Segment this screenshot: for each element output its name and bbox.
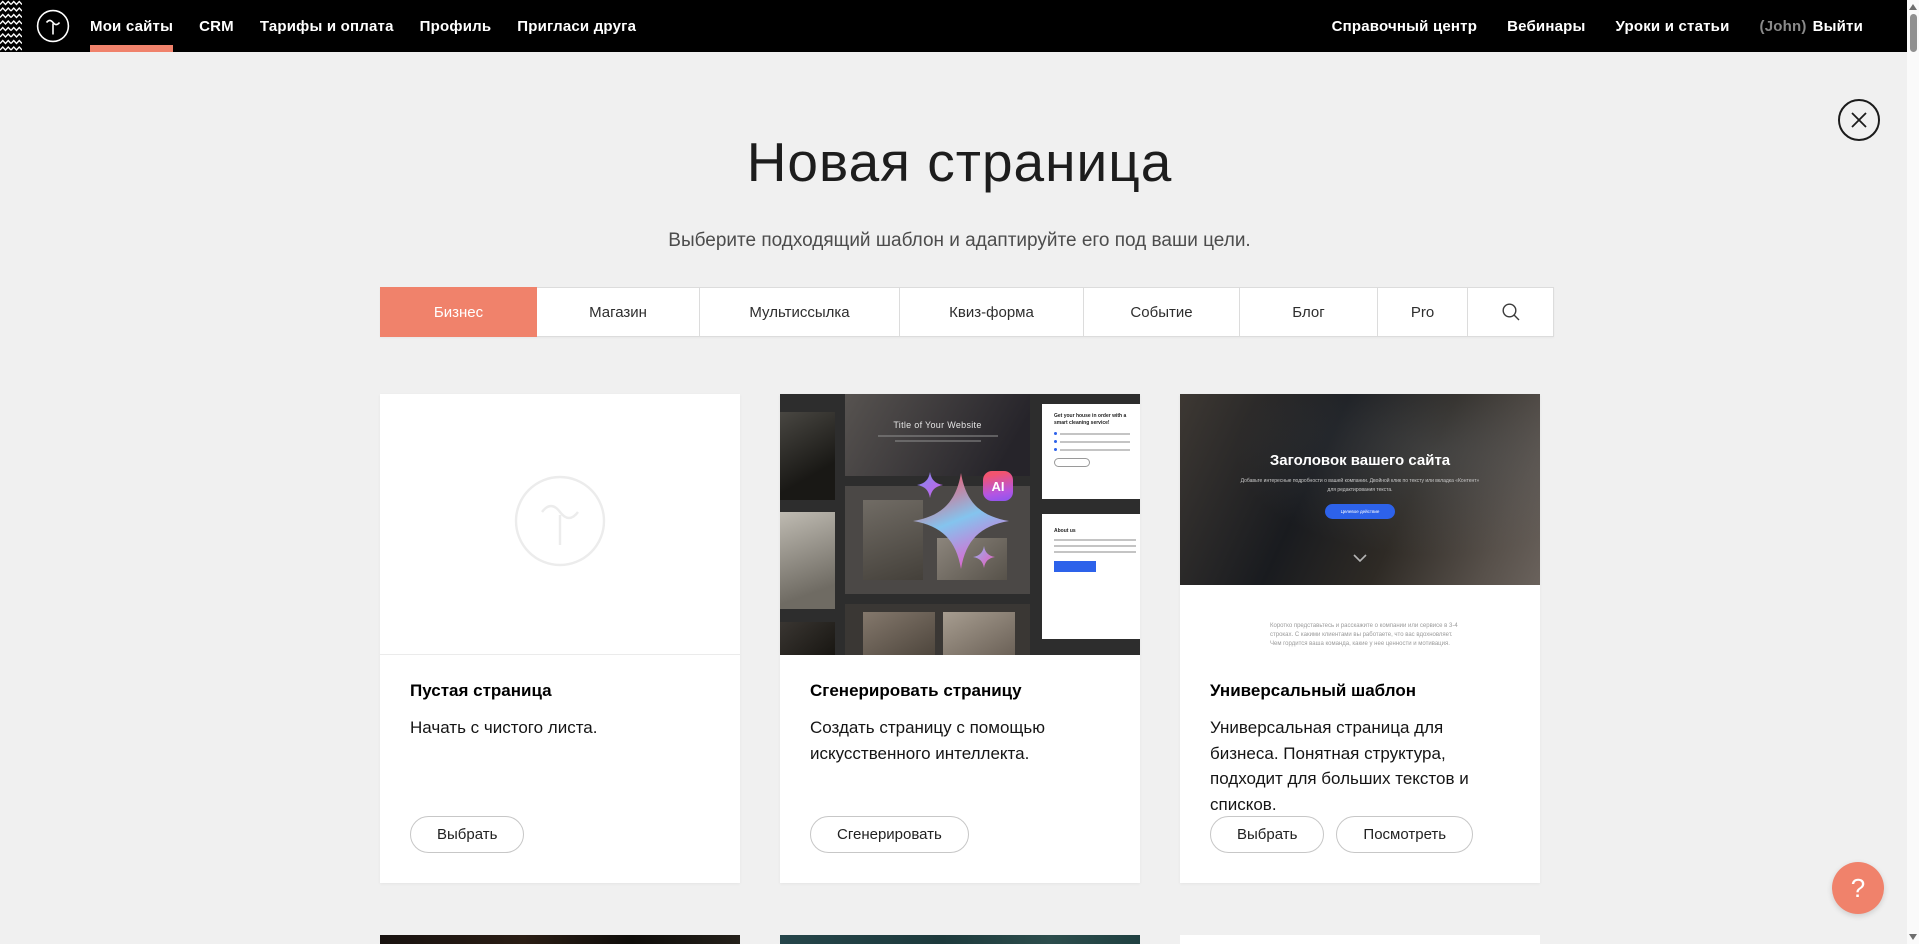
tab-blog[interactable]: Блог: [1240, 288, 1378, 336]
nav-item-tariffs[interactable]: Тарифы и оплата: [260, 18, 394, 35]
card-title: Сгенерировать страницу: [810, 681, 1110, 701]
nav-item-profile[interactable]: Профиль: [420, 18, 492, 35]
card-title: Универсальный шаблон: [1210, 681, 1510, 701]
card-description: Универсальная страница для бизнеса. Поня…: [1210, 715, 1490, 817]
universal-template-preview[interactable]: Заголовок вашего сайта Добавьте интересн…: [1180, 394, 1540, 655]
tab-pro[interactable]: Pro: [1378, 288, 1468, 336]
select-button[interactable]: Выбрать: [410, 816, 524, 853]
close-icon: [1850, 111, 1868, 129]
user-name: (John): [1760, 18, 1807, 35]
template-cards-row: Пустая страница Начать с чистого листа. …: [380, 394, 1540, 883]
tilda-logo-icon[interactable]: [36, 9, 70, 43]
collage-site-title: Title of Your Website: [893, 420, 981, 430]
template-category-tabs: Бизнес Магазин Мультиссылка Квиз-форма С…: [380, 287, 1554, 337]
blank-template-preview[interactable]: [380, 394, 740, 655]
preview-hero-subtitle: Добавьте интересные подробности о вашей …: [1240, 477, 1480, 494]
preview-cta-button: Целевое действие: [1325, 504, 1395, 519]
ai-badge: AI: [983, 471, 1013, 501]
collage-photo-tile: [780, 512, 835, 609]
generate-button[interactable]: Сгенерировать: [810, 816, 969, 853]
tab-business[interactable]: Бизнес: [380, 287, 537, 337]
nav-item-lessons[interactable]: Уроки и статьи: [1616, 18, 1730, 35]
ai-sparkle-tiny-icon: [973, 546, 995, 568]
preview-text-section: Коротко представьтесь и расскажите о ком…: [1180, 585, 1540, 655]
text-placeholder-line: [878, 435, 998, 437]
nav-item-webinars[interactable]: Вебинары: [1507, 18, 1585, 35]
main-menu: Мои сайты CRM Тарифы и оплата Профиль Пр…: [90, 0, 636, 52]
ai-template-preview[interactable]: Title of Your Website Get your house in …: [780, 394, 1140, 655]
chevron-down-icon: [1353, 554, 1367, 562]
collage-hero-tile: Title of Your Website: [845, 394, 1030, 476]
template-preview-partial[interactable]: [380, 935, 740, 944]
tab-shop[interactable]: Магазин: [537, 288, 700, 336]
nav-item-crm[interactable]: CRM: [199, 18, 234, 35]
tab-multilink[interactable]: Мультиссылка: [700, 288, 900, 336]
scrollbar-thumb[interactable]: [1910, 14, 1917, 52]
mini-button: [1054, 561, 1096, 572]
scroll-up-arrow-icon[interactable]: [1909, 4, 1917, 10]
collage-text-panel: Get your house in order with a smart cle…: [1042, 404, 1140, 499]
nav-item-logout[interactable]: (John) Выйти: [1760, 18, 1863, 35]
tab-quiz-form[interactable]: Квиз-форма: [900, 288, 1084, 336]
scroll-down-arrow-icon[interactable]: [1909, 934, 1917, 940]
card-description: Начать с чистого листа.: [410, 715, 690, 741]
select-button[interactable]: Выбрать: [1210, 816, 1324, 853]
panel-heading: About us: [1054, 528, 1140, 535]
mini-button: [1054, 458, 1090, 467]
collage-photo-tile: [780, 622, 835, 655]
template-card-blank: Пустая страница Начать с чистого листа. …: [380, 394, 740, 883]
search-icon: [1501, 302, 1521, 322]
template-preview-partial[interactable]: [780, 935, 1140, 944]
collage-about-panel: About us: [1042, 514, 1140, 639]
logout-label: Выйти: [1813, 18, 1863, 35]
nav-item-invite-friend[interactable]: Пригласи друга: [517, 18, 636, 35]
page-subtitle: Выберите подходящий шаблон и адаптируйте…: [0, 230, 1919, 252]
preview-hero-title: Заголовок вашего сайта: [1270, 452, 1450, 469]
help-button[interactable]: ?: [1832, 862, 1884, 914]
collage-gallery-tile: [845, 604, 1030, 655]
nav-item-my-sites[interactable]: Мои сайты: [90, 18, 173, 35]
template-preview-partial[interactable]: [1180, 935, 1540, 944]
card-title: Пустая страница: [410, 681, 710, 701]
new-page-dialog: Мои сайты CRM Тарифы и оплата Профиль Пр…: [0, 0, 1919, 944]
secondary-menu: Справочный центр Вебинары Уроки и статьи…: [1332, 0, 1863, 52]
template-card-ai-generate: Title of Your Website Get your house in …: [780, 394, 1140, 883]
page-title: Новая страница: [0, 130, 1919, 194]
card-description: Создать страницу с помощью искусственног…: [810, 715, 1090, 766]
collage-photo-tile: [780, 412, 835, 500]
next-templates-row: [380, 935, 1540, 944]
tab-event[interactable]: Событие: [1084, 288, 1240, 336]
scrollbar[interactable]: [1907, 0, 1919, 944]
tab-search[interactable]: [1468, 288, 1553, 336]
preview-body-text: Коротко представьтесь и расскажите о ком…: [1270, 622, 1465, 649]
template-card-universal: Заголовок вашего сайта Добавьте интересн…: [1180, 394, 1540, 883]
top-navbar: Мои сайты CRM Тарифы и оплата Профиль Пр…: [0, 0, 1907, 52]
card-body: Пустая страница Начать с чистого листа. …: [380, 655, 740, 883]
panel-heading: Get your house in order with a smart cle…: [1054, 413, 1140, 427]
preview-hero-section: Заголовок вашего сайта Добавьте интересн…: [1180, 394, 1540, 585]
view-button[interactable]: Посмотреть: [1336, 816, 1473, 853]
tilda-watermark-icon: [513, 474, 607, 568]
card-body: Сгенерировать страницу Создать страницу …: [780, 655, 1140, 883]
card-body: Универсальный шаблон Универсальная стран…: [1180, 655, 1540, 883]
zigzag-pattern-decoration: [0, 0, 22, 52]
text-placeholder-line: [895, 440, 981, 442]
nav-item-help-center[interactable]: Справочный центр: [1332, 18, 1478, 35]
